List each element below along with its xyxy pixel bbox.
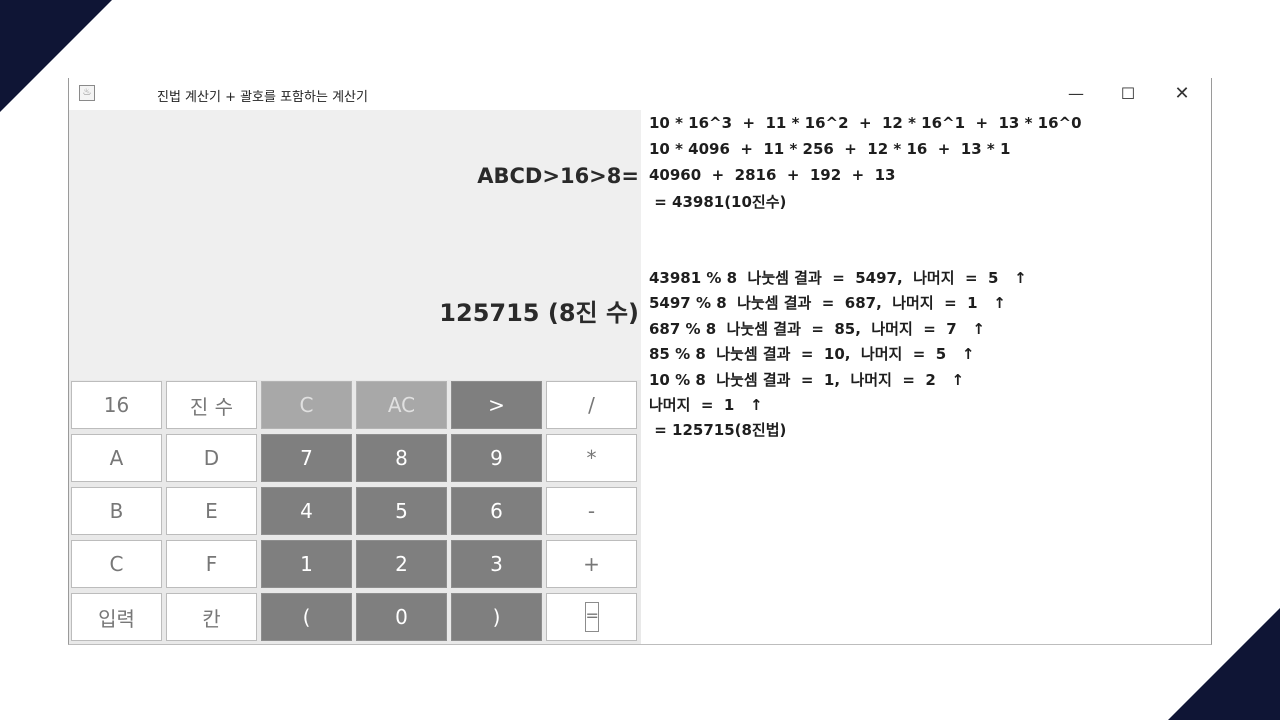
calculator-display: ABCD>16>8= 125715 (8진 수): [69, 110, 641, 380]
minimize-button[interactable]: —: [1053, 80, 1099, 108]
key-2[interactable]: 2: [356, 540, 447, 588]
key-d[interactable]: D: [166, 434, 257, 482]
log-line: 687 % 8 나눗셈 결과 = 85, 나머지 = 7 ↑: [649, 320, 985, 338]
log-line: 10 % 8 나눗셈 결과 = 1, 나머지 = 2 ↑: [649, 371, 965, 389]
key-base[interactable]: 진 수: [166, 381, 257, 429]
close-button[interactable]: ✕: [1159, 80, 1205, 108]
key-clear[interactable]: C: [261, 381, 352, 429]
java-cup-icon[interactable]: ♨: [79, 85, 95, 101]
log-line: 10 * 4096 + 11 * 256 + 12 * 16 + 13 * 1: [649, 140, 1011, 158]
maximize-button[interactable]: ☐: [1105, 80, 1151, 108]
slide-page: ♨ 진법 계산기 + 괄호를 포함하는 계산기 — ☐ ✕ ABCD>16>8=…: [0, 0, 1280, 720]
window-title: 진법 계산기 + 괄호를 포함하는 계산기: [157, 90, 368, 105]
key-add[interactable]: +: [546, 540, 637, 588]
key-equals[interactable]: =: [546, 593, 637, 641]
log-line: 나머지 = 1 ↑: [649, 396, 763, 414]
key-5[interactable]: 5: [356, 487, 447, 535]
calculator-window: ♨ 진법 계산기 + 괄호를 포함하는 계산기 — ☐ ✕ ABCD>16>8=…: [68, 78, 1212, 645]
log-line: 10 * 16^3 + 11 * 16^2 + 12 * 16^1 + 13 *…: [649, 114, 1082, 132]
key-input[interactable]: 입력: [71, 593, 162, 641]
result-display: 125715 (8진 수): [439, 299, 639, 327]
key-subtract[interactable]: -: [546, 487, 637, 535]
key-a[interactable]: A: [71, 434, 162, 482]
key-3[interactable]: 3: [451, 540, 542, 588]
log-line: = 43981(10진수): [649, 193, 787, 211]
title-bar[interactable]: ♨ 진법 계산기 + 괄호를 포함하는 계산기 — ☐ ✕: [69, 78, 1211, 110]
key-1[interactable]: 1: [261, 540, 352, 588]
log-line: 40960 + 2816 + 192 + 13: [649, 166, 896, 184]
key-b[interactable]: B: [71, 487, 162, 535]
log-line: 85 % 8 나눗셈 결과 = 10, 나머지 = 5 ↑: [649, 345, 975, 363]
log-line: 43981 % 8 나눗셈 결과 = 5497, 나머지 = 5 ↑: [649, 269, 1027, 287]
key-convert[interactable]: >: [451, 381, 542, 429]
key-e[interactable]: E: [166, 487, 257, 535]
key-7[interactable]: 7: [261, 434, 352, 482]
key-all-clear[interactable]: AC: [356, 381, 447, 429]
key-close-paren[interactable]: ): [451, 593, 542, 641]
keypad: 16 진 수 C AC > / A D 7 8 9 * B E 4 5 6 - …: [69, 380, 641, 644]
key-c[interactable]: C: [71, 540, 162, 588]
log-line: 5497 % 8 나눗셈 결과 = 687, 나머지 = 1 ↑: [649, 294, 1006, 312]
key-4[interactable]: 4: [261, 487, 352, 535]
key-space[interactable]: 칸: [166, 593, 257, 641]
log-line: = 125715(8진법): [649, 421, 787, 439]
key-multiply[interactable]: *: [546, 434, 637, 482]
key-f[interactable]: F: [166, 540, 257, 588]
key-9[interactable]: 9: [451, 434, 542, 482]
key-0[interactable]: 0: [356, 593, 447, 641]
key-divide[interactable]: /: [546, 381, 637, 429]
key-16[interactable]: 16: [71, 381, 162, 429]
equals-label: =: [584, 602, 599, 632]
key-6[interactable]: 6: [451, 487, 542, 535]
key-8[interactable]: 8: [356, 434, 447, 482]
expression-display: ABCD>16>8=: [477, 164, 639, 188]
key-open-paren[interactable]: (: [261, 593, 352, 641]
